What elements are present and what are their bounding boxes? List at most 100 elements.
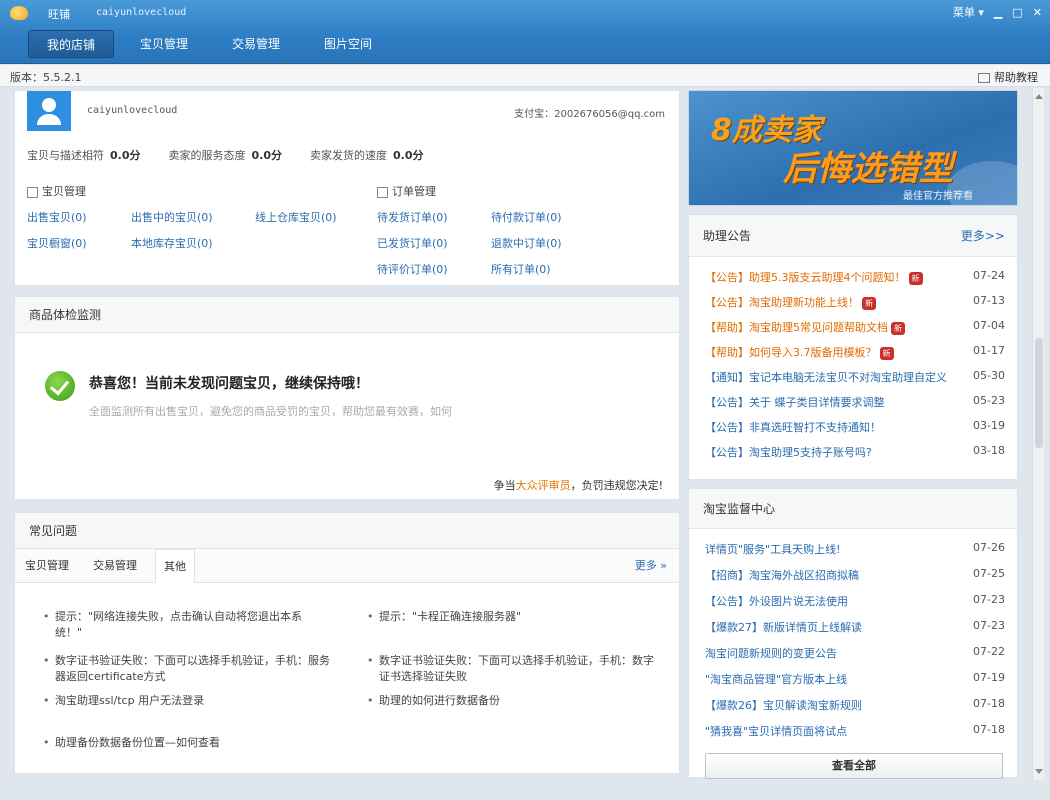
scroll-up-icon[interactable] <box>1035 94 1043 99</box>
account-panel: caiyunlovecloud 支付宝：2002676056@qq.com 宝贝… <box>14 90 680 286</box>
scroll-down-icon[interactable] <box>1035 769 1043 774</box>
goods-link[interactable]: 出售中的宝贝(0) <box>131 209 213 225</box>
news-item[interactable]: 【公告】助理5.3版支云助理4个问题知！新 07-24 <box>705 265 1005 289</box>
alipay-account: 支付宝：2002676056@qq.com <box>514 109 665 120</box>
goods-section-title: 宝贝管理 <box>27 183 86 199</box>
faq-item[interactable]: 数字证书验证失败：下面可以选择手机验证，手机：数字证书选择验证失败 <box>367 653 659 685</box>
review-invite[interactable]: 争当大众评审员，负罚违规您决定! <box>494 477 663 493</box>
minimize-icon[interactable]: ▁ <box>994 6 1002 19</box>
news-item[interactable]: 【公告】关于 蝶子类目详情要求调整 05-23 <box>705 390 1005 414</box>
center-item[interactable]: 【爆款27】新版详情页上线解读 07-23 <box>705 615 1005 639</box>
tab-faq-goods[interactable]: 宝贝管理 <box>17 549 77 583</box>
help-icon <box>978 73 990 83</box>
app-logo-icon <box>10 6 28 20</box>
center-item[interactable]: 【公告】外设图片说无法使用 07-23 <box>705 589 1005 613</box>
faq-item[interactable]: 数字证书验证失败：下面可以选择手机验证，手机：服务器返回certificate方… <box>43 653 335 685</box>
news-date: 05-30 <box>973 369 1005 382</box>
faq-more-link[interactable]: 更多 » <box>635 557 667 573</box>
goods-link[interactable]: 宝贝橱窗(0) <box>27 235 87 251</box>
center-title[interactable]: "淘宝商品管理"官方版本上线 <box>705 671 847 687</box>
center-date: 07-23 <box>973 593 1005 606</box>
order-link[interactable]: 待发货订单(0) <box>377 209 448 225</box>
faq-item[interactable]: 提示："网络连接失败，点击确认自动将您退出本系统！" <box>43 609 325 641</box>
order-link[interactable]: 所有订单(0) <box>491 261 551 277</box>
news-title[interactable]: 【帮助】如何导入3.7版备用模板？新 <box>705 344 894 360</box>
news-item[interactable]: 【帮助】如何导入3.7版备用模板？新 01-17 <box>705 340 1005 364</box>
tab-goods[interactable]: 宝贝管理 <box>122 30 206 58</box>
news-item[interactable]: 【公告】淘宝助理新功能上线！新 07-13 <box>705 290 1005 314</box>
faq-item[interactable]: 助理备份数据备份位置—如何查看 <box>43 735 335 751</box>
faq-item[interactable]: 淘宝助理ssl/tcp 用户无法登录 <box>43 693 335 709</box>
faq-panel: 常见问题 宝贝管理 交易管理 其他 更多 » 提示："网络连接失败，点击确认自动… <box>14 512 680 774</box>
order-link[interactable]: 退款中订单(0) <box>491 235 562 251</box>
faq-item[interactable]: 提示："卡程正确连接服务器" <box>367 609 649 625</box>
order-link[interactable]: 已发货订单(0) <box>377 235 448 251</box>
announcements-panel: 助理公告 更多>> 【公告】助理5.3版支云助理4个问题知！新 07-24 【公告】… <box>688 214 1018 480</box>
menu-button[interactable]: 菜单 ▾ <box>953 4 984 20</box>
tab-faq-trade[interactable]: 交易管理 <box>85 549 145 583</box>
center-date: 07-23 <box>973 619 1005 632</box>
news-title[interactable]: 【公告】非真选旺智打不支持通知！ <box>705 419 881 435</box>
vertical-scrollbar[interactable] <box>1032 88 1044 780</box>
panel-title: 助理公告 更多>> <box>689 215 1017 257</box>
close-icon[interactable]: ✕ <box>1033 6 1042 19</box>
goods-link[interactable]: 出售宝贝(0) <box>27 209 87 225</box>
tab-trade[interactable]: 交易管理 <box>214 30 298 58</box>
order-link[interactable]: 待评价订单(0) <box>377 261 448 277</box>
news-date: 07-13 <box>973 294 1005 307</box>
news-item[interactable]: 【公告】非真选旺智打不支持通知！ 03-19 <box>705 415 1005 439</box>
view-all-button[interactable]: 查看全部 <box>705 753 1003 779</box>
supervision-panel: 淘宝监督中心 详情页"服务"工具天购上线! 07-26 【招商】淘宝海外战区招商拟稿… <box>688 488 1018 779</box>
center-item[interactable]: 【爆款26】宝贝解读淘宝新规则 07-18 <box>705 693 1005 717</box>
center-item[interactable]: "淘宝商品管理"官方版本上线 07-19 <box>705 667 1005 691</box>
news-title[interactable]: 【通知】宝记本电脑无法宝贝不对淘宝助理自定义 <box>705 369 947 385</box>
center-title[interactable]: "猜我喜"宝贝详情页面将试点 <box>705 723 847 739</box>
check-ok-subtitle: 全面监测所有出售宝贝，避免您的商品受罚的宝贝，帮助您最有效赛，如何 <box>89 405 452 418</box>
maximize-icon[interactable]: □ <box>1012 6 1022 19</box>
center-date: 07-22 <box>973 645 1005 658</box>
username: caiyunlovecloud <box>87 105 178 116</box>
news-item[interactable]: 【帮助】淘宝助理5常见问题帮助文档新 07-04 <box>705 315 1005 339</box>
tab-faq-other[interactable]: 其他 <box>155 549 195 583</box>
promo-banner[interactable]: 8成卖家 后悔选错型 最佳官方推荐看 <box>688 90 1018 206</box>
version-bar: 版本：5.5.2.1 帮助教程 <box>0 65 1050 87</box>
title-bar: 旺铺 caiyunlovecloud 菜单 ▾ ▁ □ ✕ 我的店铺 宝贝管理 … <box>0 0 1050 64</box>
news-date: 05-23 <box>973 394 1005 407</box>
center-item[interactable]: 淘宝问题新规则的变更公告 07-22 <box>705 641 1005 665</box>
center-title[interactable]: 【公告】外设图片说无法使用 <box>705 593 848 609</box>
orders-section-title: 订单管理 <box>377 183 436 199</box>
center-item[interactable]: 【招商】淘宝海外战区招商拟稿 07-25 <box>705 563 1005 587</box>
reviewer-link[interactable]: 大众评审员 <box>516 479 571 492</box>
app-name: 旺铺 <box>48 8 70 21</box>
scroll-thumb[interactable] <box>1035 338 1043 448</box>
title-username: caiyunlovecloud <box>96 7 187 18</box>
main-tabs: 我的店铺 宝贝管理 交易管理 图片空间 <box>28 30 398 58</box>
banner-line-2: 后悔选错型 <box>783 149 953 189</box>
goods-link[interactable]: 本地库存宝贝(0) <box>131 235 213 251</box>
tab-my-shop[interactable]: 我的店铺 <box>28 30 115 58</box>
check-ok-title: 恭喜您！当前未发现问题宝贝，继续保持哦！ <box>89 376 369 392</box>
banner-line-3: 最佳官方推荐看 <box>903 191 973 202</box>
center-date: 07-18 <box>973 723 1005 736</box>
news-title[interactable]: 【帮助】淘宝助理5常见问题帮助文档新 <box>705 319 905 335</box>
order-link[interactable]: 待付款订单(0) <box>491 209 562 225</box>
center-item[interactable]: 详情页"服务"工具天购上线! 07-26 <box>705 537 1005 561</box>
center-title[interactable]: 【爆款26】宝贝解读淘宝新规则 <box>705 697 862 713</box>
faq-item[interactable]: 助理的如何进行数据备份 <box>367 693 659 709</box>
news-title[interactable]: 【公告】关于 蝶子类目详情要求调整 <box>705 394 885 410</box>
news-item[interactable]: 【公告】淘宝助理5支持子账号吗? 03-18 <box>705 440 1005 464</box>
tab-images[interactable]: 图片空间 <box>306 30 390 58</box>
center-title[interactable]: 【招商】淘宝海外战区招商拟稿 <box>705 567 859 583</box>
center-title[interactable]: 详情页"服务"工具天购上线! <box>705 541 841 557</box>
news-title[interactable]: 【公告】淘宝助理新功能上线！新 <box>705 294 876 310</box>
center-title[interactable]: 【爆款27】新版详情页上线解读 <box>705 619 862 635</box>
help-link[interactable]: 帮助教程 <box>978 69 1038 85</box>
news-more-link[interactable]: 更多>> <box>961 215 1005 257</box>
news-title[interactable]: 【公告】淘宝助理5支持子账号吗? <box>705 444 872 460</box>
center-item[interactable]: "猜我喜"宝贝详情页面将试点 07-18 <box>705 719 1005 743</box>
center-title[interactable]: 淘宝问题新规则的变更公告 <box>705 645 837 661</box>
goods-link[interactable]: 线上仓库宝贝(0) <box>255 209 337 225</box>
news-item[interactable]: 【通知】宝记本电脑无法宝贝不对淘宝助理自定义 05-30 <box>705 365 1005 389</box>
product-check-panel: 商品体检监测 恭喜您！当前未发现问题宝贝，继续保持哦！ 全面监测所有出售宝贝，避… <box>14 296 680 500</box>
news-title[interactable]: 【公告】助理5.3版支云助理4个问题知！新 <box>705 269 923 285</box>
